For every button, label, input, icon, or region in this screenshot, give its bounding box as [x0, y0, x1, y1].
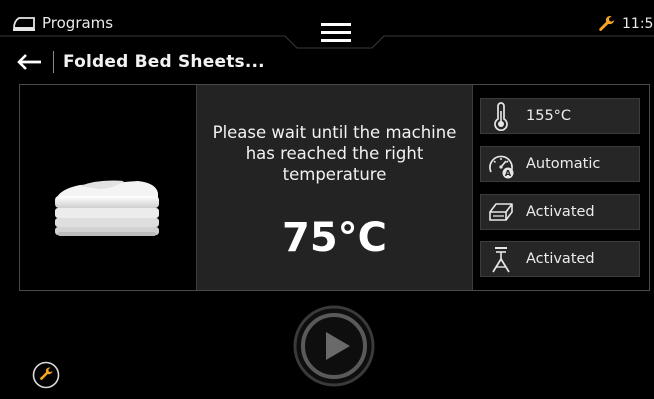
clock-time: 11:59 [622, 16, 654, 32]
service-wrench-icon[interactable] [32, 361, 60, 389]
program-name: Folded Bed Sheets... [63, 52, 265, 72]
automatic-speed-gauge-icon: A [489, 155, 514, 179]
speed-setting-label: Automatic [526, 156, 601, 172]
back-arrow-icon[interactable] [17, 54, 41, 70]
temperature-setting[interactable]: 155°C [480, 98, 640, 134]
hamburger-menu-icon[interactable] [321, 23, 351, 43]
stacking-setting-label: Activated [526, 251, 595, 267]
svg-text:A: A [505, 169, 512, 178]
folded-bed-sheets-image [55, 180, 159, 236]
stacking-setting[interactable]: Activated [480, 241, 640, 277]
folding-icon [489, 203, 513, 221]
current-temperature: 75°C [281, 215, 388, 261]
header-separator [53, 51, 54, 73]
stacking-icon [492, 247, 510, 273]
play-icon[interactable] [293, 305, 375, 387]
folding-setting[interactable]: Activated [480, 194, 640, 230]
program-image [20, 85, 195, 290]
folding-setting-label: Activated [526, 204, 595, 220]
iron-icon [13, 17, 35, 31]
wrench-icon[interactable] [598, 15, 615, 32]
status-message: Please wait until the machine has reache… [212, 123, 457, 184]
temperature-setting-label: 155°C [526, 108, 572, 124]
thermometer-icon [494, 102, 508, 132]
section-title: Programs [42, 14, 114, 32]
speed-setting[interactable]: A Automatic [480, 146, 640, 182]
